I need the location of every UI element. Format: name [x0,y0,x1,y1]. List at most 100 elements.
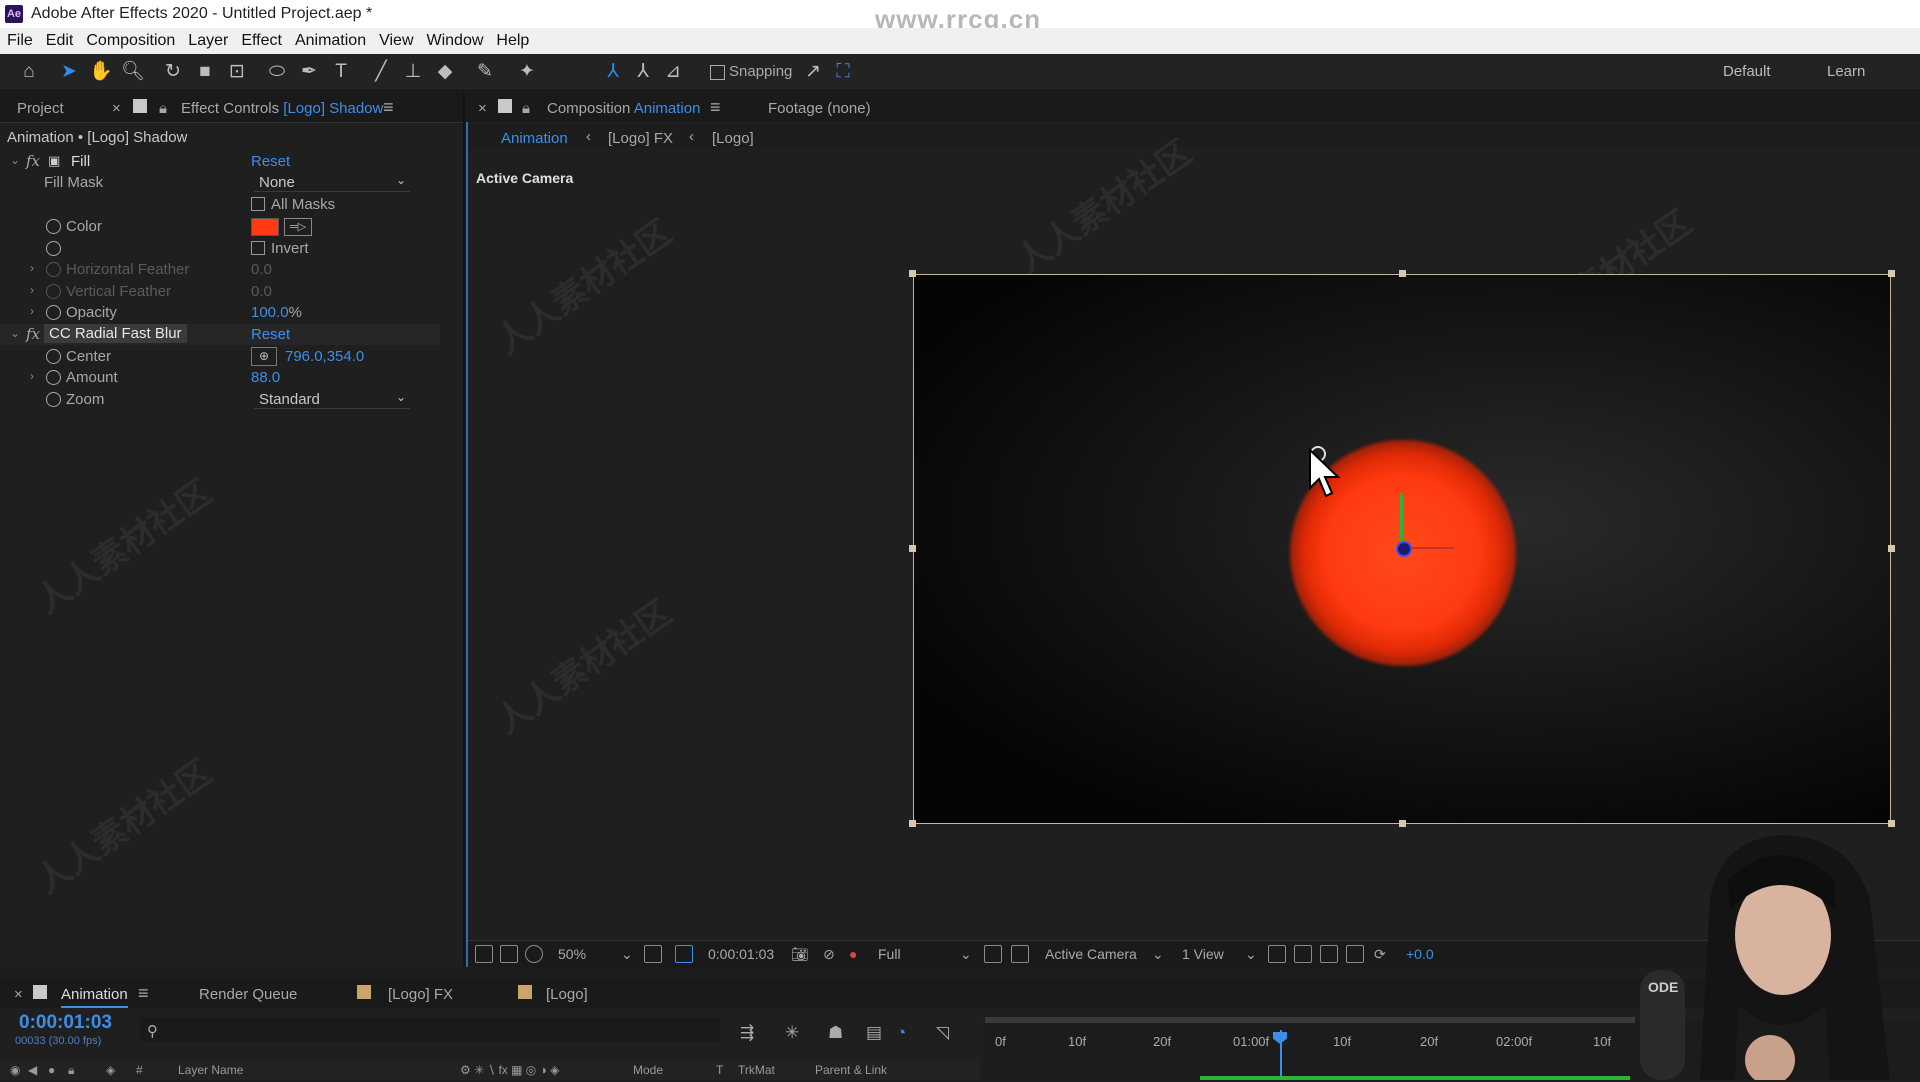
workspace-learn[interactable]: Learn [1827,63,1865,80]
column-parent-link[interactable]: Parent & Link [815,1063,887,1077]
vertical-feather-value[interactable]: 0.0 [251,283,272,300]
world-axis-icon[interactable]: ⅄ [630,60,656,84]
transform-handle[interactable] [909,270,916,277]
color-swatch[interactable] [251,218,279,236]
stopwatch-icon[interactable] [46,370,61,385]
monitor-icon[interactable] [500,945,518,963]
twirl-right-icon[interactable]: › [30,304,34,318]
switches-icons[interactable]: ⚙ ✳ ∖ fx ▦ ◎ ◑ ◈ [460,1063,559,1077]
camera-view-dropdown[interactable]: Active Camera [1045,946,1137,962]
color-channels-icon[interactable]: ● [849,946,857,962]
tab-logo[interactable]: [Logo] [546,986,588,1003]
radial-blur-reset-link[interactable]: Reset [251,326,290,343]
transform-handle[interactable] [1399,820,1406,827]
eyedropper-icon[interactable]: ═▷ [284,218,312,236]
eraser-tool-icon[interactable]: ◆ [432,60,458,84]
crosshair-icon[interactable]: ⊕ [251,347,277,366]
close-tab-icon[interactable]: × [478,100,487,117]
zoom-tool-icon[interactable]: 🔍︎ [120,60,146,84]
snapping-checkbox[interactable] [710,65,725,80]
type-tool-icon[interactable]: T [328,60,354,84]
hand-tool-icon[interactable]: ✋ [88,60,114,84]
amount-value[interactable]: 88.0 [251,369,280,386]
magnification-dropdown[interactable]: 50% [558,946,586,962]
menu-help[interactable]: Help [489,32,535,50]
timeline-current-time[interactable]: 0:00:01:03 [19,1012,112,1034]
tab-footage[interactable]: Footage (none) [768,100,871,117]
menu-edit[interactable]: Edit [39,32,80,50]
column-t[interactable]: T [716,1063,723,1077]
grid-icon[interactable] [644,945,662,963]
layer-search-input[interactable] [140,1017,720,1041]
stopwatch-icon[interactable] [46,241,61,256]
fx-icon[interactable]: fx [26,325,40,343]
stopwatch-icon[interactable] [46,284,61,299]
audio-switch-icon[interactable]: ◀ [28,1063,37,1077]
mask-visibility-icon[interactable] [525,945,543,963]
menu-file[interactable]: File [0,32,39,50]
fill-reset-link[interactable]: Reset [251,153,290,170]
home-icon[interactable]: ⌂ [16,60,42,84]
twirl-down-icon[interactable]: ⌄ [10,326,20,340]
twirl-right-icon[interactable]: › [30,283,34,297]
reset-exposure-icon[interactable]: ⟳ [1374,946,1386,963]
transparency-grid-icon[interactable] [1011,945,1029,963]
stopwatch-icon[interactable] [46,392,61,407]
rotate-tool-icon[interactable]: ↻ [160,60,186,84]
tab-logo-fx[interactable]: [Logo] FX [388,986,453,1003]
snap-target-icon[interactable]: ⛶ [830,60,856,84]
selection-tool-icon[interactable]: ➤ [56,60,82,84]
motion-blur-icon[interactable]: ◔ [896,1023,906,1043]
fx-icon[interactable]: fx [26,152,40,170]
all-masks-checkbox[interactable] [251,197,265,211]
pen-tool-icon[interactable]: ✒ [296,60,322,84]
stopwatch-icon[interactable] [46,262,61,277]
toggle-pixel-aspect-icon[interactable] [1268,945,1286,963]
current-time-display[interactable]: 0:00:01:03 [708,946,774,962]
chevron-down-icon[interactable]: ⌄ [621,946,633,963]
fill-effect-header[interactable]: ⌄ fx ▣ Fill Reset [0,151,440,172]
label-tag-icon[interactable]: ◈ [106,1063,115,1077]
transform-handle[interactable] [1888,270,1895,277]
zoom-dropdown[interactable]: Standard ⌄ [254,390,410,409]
close-tab-icon[interactable]: × [112,100,121,117]
tab-composition[interactable]: Composition Animation [547,100,700,117]
twirl-right-icon[interactable]: › [30,261,34,275]
center-value[interactable]: 796.0,354.0 [285,348,364,365]
close-tab-icon[interactable]: × [14,986,23,1003]
panel-menu-icon[interactable]: ≡ [383,97,394,118]
video-switch-icon[interactable]: ◉ [10,1063,20,1077]
twirl-right-icon[interactable]: › [30,369,34,383]
roto-brush-tool-icon[interactable]: ✎ [472,60,498,84]
stopwatch-icon[interactable] [46,349,61,364]
crumb-logo-fx[interactable]: [Logo] FX [608,130,673,147]
transform-handle[interactable] [909,820,916,827]
transform-handle[interactable] [1888,545,1895,552]
resolution-dropdown[interactable]: Full [878,946,901,962]
menu-window[interactable]: Window [420,32,490,50]
view-layout-dropdown[interactable]: 1 View [1182,946,1224,962]
shy-layers-icon[interactable]: ☗ [828,1023,843,1043]
menu-view[interactable]: View [372,32,419,50]
fill-mask-dropdown[interactable]: None ⌄ [254,173,410,192]
menu-effect[interactable]: Effect [234,32,288,50]
horizontal-feather-value[interactable]: 0.0 [251,261,272,278]
frame-blending-icon[interactable]: ▤ [866,1023,882,1043]
view-axis-icon[interactable]: ⊿ [660,60,686,84]
tab-effect-controls[interactable]: Effect Controls [Logo] Shadow [181,100,383,117]
column-mode[interactable]: Mode [633,1063,663,1077]
pan-behind-tool-icon[interactable]: ⊡ [224,60,250,84]
chevron-down-icon[interactable]: ⌄ [1245,946,1257,963]
lock-switch-icon[interactable]: 🔒︎ [68,1063,74,1078]
menu-composition[interactable]: Composition [79,32,181,50]
stopwatch-icon[interactable] [46,305,61,320]
opacity-value[interactable]: 100.0 [251,304,289,321]
anchor-point-icon[interactable] [1396,541,1412,557]
invert-checkbox[interactable] [251,241,265,255]
column-layer-name[interactable]: Layer Name [178,1063,243,1077]
radial-blur-effect-header[interactable]: ⌄ fx CC Radial Fast Blur Reset [0,324,440,345]
draft-3d-icon[interactable]: ✳ [785,1023,799,1043]
menu-animation[interactable]: Animation [288,32,372,50]
always-preview-icon[interactable] [475,945,493,963]
column-trkmat[interactable]: TrkMat [738,1063,775,1077]
